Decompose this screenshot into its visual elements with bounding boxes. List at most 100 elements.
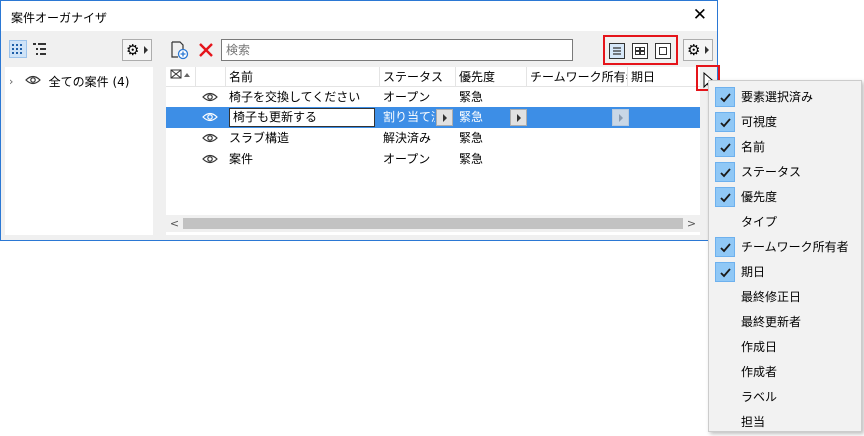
menu-item-label: 作成日: [741, 340, 778, 354]
menu-item-label: ラベル: [741, 390, 778, 404]
table-row[interactable]: 椅子も更新する 割り当て済 緊急: [166, 107, 700, 128]
name-edit-field[interactable]: 椅子も更新する: [229, 108, 375, 127]
menu-item-label: 要素選択済み: [741, 90, 814, 104]
scroll-thumb[interactable]: [183, 218, 683, 229]
menu-item[interactable]: 最終更新者: [709, 310, 861, 335]
table-row[interactable]: 椅子を交換してください オープン 緊急: [166, 87, 700, 108]
menu-item[interactable]: 優先度: [709, 185, 861, 210]
eye-icon[interactable]: [202, 152, 218, 166]
scroll-left-icon[interactable]: <: [166, 215, 183, 232]
cell-status: オープン: [383, 152, 431, 166]
menu-item-label: チームワーク所有者: [741, 240, 849, 254]
priority-dropdown-button[interactable]: [510, 109, 527, 126]
view-mode-group: [603, 35, 678, 65]
owner-dropdown-button: [612, 109, 629, 126]
check-icon: [715, 137, 735, 157]
menu-item-label: ステータス: [741, 165, 802, 179]
grid-view-icon[interactable]: [632, 43, 648, 59]
issue-organizer-window: 案件オーガナイザ ✕ ⚙ › 全ての案件 (4) 検索 ⚙ 名前 ステータス 優…: [0, 0, 718, 241]
delete-icon[interactable]: [196, 40, 216, 60]
tile-view-icon[interactable]: [9, 40, 27, 58]
column-header-status[interactable]: ステータス: [380, 67, 456, 87]
right-settings-button[interactable]: ⚙: [683, 39, 713, 61]
check-icon: [715, 87, 735, 107]
eye-icon[interactable]: [202, 110, 218, 124]
single-view-icon[interactable]: [655, 43, 671, 59]
column-header-teamwork-owner[interactable]: チームワーク所有者: [527, 67, 628, 87]
list-header: 名前 ステータス 優先度 チームワーク所有者 期日: [166, 67, 700, 87]
column-visibility-menu: 要素選択済み 可視度名前ステータス優先度タイプチームワーク所有者 期日最終修正日最終…: [708, 80, 862, 432]
chevron-right-icon: [619, 114, 623, 122]
horizontal-scrollbar[interactable]: < >: [166, 215, 700, 232]
title-bar: 案件オーガナイザ ✕: [1, 1, 717, 31]
close-icon[interactable]: ✕: [693, 5, 707, 25]
menu-item[interactable]: 作成者: [709, 360, 861, 385]
list-view-icon[interactable]: [609, 43, 625, 59]
left-panel: ⚙ › 全ての案件 (4): [2, 32, 153, 239]
menu-item[interactable]: 最終修正日: [709, 285, 861, 310]
chevron-right-icon[interactable]: ›: [9, 73, 21, 91]
menu-item-label: 可視度: [741, 115, 778, 129]
menu-item[interactable]: 要素選択済み: [709, 85, 861, 110]
menu-item-label: タイプ: [741, 215, 778, 229]
chevron-right-icon: [443, 114, 447, 122]
window-title: 案件オーガナイザ: [11, 11, 108, 25]
check-icon: [715, 112, 735, 132]
menu-item-label: 優先度: [741, 190, 778, 204]
cell-name: スラブ構造: [229, 131, 290, 145]
menu-item[interactable]: ステータス: [709, 160, 861, 185]
gear-icon: ⚙: [126, 41, 140, 59]
check-icon: [715, 187, 735, 207]
tree-item-all-issues[interactable]: › 全ての案件 (4): [9, 72, 129, 90]
tree-view-icon[interactable]: [31, 40, 49, 58]
menu-item-label: 期日: [741, 265, 766, 279]
cell-priority: 緊急: [459, 90, 484, 104]
menu-item-label: 作成者: [741, 365, 778, 379]
new-issue-icon[interactable]: [169, 40, 189, 60]
cell-status: 割り当て済: [383, 110, 435, 124]
menu-item[interactable]: 担当: [709, 410, 861, 435]
menu-item[interactable]: 可視度: [709, 110, 861, 135]
panel-splitter[interactable]: [153, 32, 163, 239]
menu-item[interactable]: 作成日: [709, 335, 861, 360]
menu-item-label: 最終修正日: [741, 290, 802, 304]
eye-icon[interactable]: [202, 90, 218, 104]
cell-name: 案件: [229, 152, 254, 166]
right-panel: ⚙ 名前 ステータス 優先度 チームワーク所有者 期日 椅子を交換してください: [163, 32, 717, 239]
cell-status: オープン: [383, 90, 431, 104]
table-row[interactable]: スラブ構造 解決済み 緊急: [166, 128, 700, 149]
eye-icon[interactable]: [202, 131, 218, 145]
cell-priority: 緊急: [459, 131, 484, 145]
column-header-priority[interactable]: 優先度: [456, 67, 527, 87]
status-dropdown-button[interactable]: [436, 109, 453, 126]
sort-column-header[interactable]: [166, 67, 196, 87]
menu-item-label: 最終更新者: [741, 315, 802, 329]
search-input[interactable]: [221, 39, 573, 61]
menu-item[interactable]: タイプ: [709, 210, 861, 235]
check-icon: [715, 237, 735, 257]
left-toolbar: ⚙: [2, 32, 153, 67]
chevron-right-icon: [517, 114, 521, 122]
check-icon: [715, 262, 735, 282]
menu-item[interactable]: チームワーク所有者: [709, 235, 861, 260]
cell-status: 解決済み: [383, 131, 432, 145]
menu-item-label: 名前: [741, 140, 766, 154]
check-icon: [715, 162, 735, 182]
column-header-name[interactable]: 名前: [226, 67, 380, 87]
menu-item[interactable]: 期日: [709, 260, 861, 285]
tree-item-label: 全ての案件 (4): [48, 74, 130, 89]
menu-item-label: 担当: [741, 415, 766, 429]
menu-item[interactable]: ラベル: [709, 385, 861, 410]
column-header-due-date[interactable]: 期日: [628, 67, 700, 87]
cell-priority: 緊急: [459, 110, 484, 124]
gear-icon: ⚙: [687, 41, 701, 59]
left-settings-button[interactable]: ⚙: [122, 39, 152, 61]
table-row[interactable]: 案件 オープン 緊急: [166, 149, 700, 170]
visibility-column-header[interactable]: [196, 67, 226, 87]
menu-item[interactable]: 名前: [709, 135, 861, 160]
cell-name: 椅子を交換してください: [229, 90, 361, 104]
cell-priority: 緊急: [459, 152, 484, 166]
eye-icon[interactable]: [24, 73, 45, 91]
scroll-right-icon[interactable]: >: [683, 215, 700, 232]
tree-area: › 全ての案件 (4): [5, 67, 153, 235]
